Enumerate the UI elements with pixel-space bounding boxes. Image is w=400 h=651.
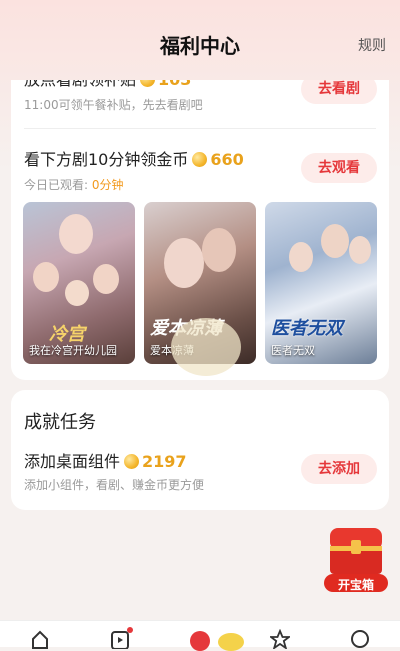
go-view-button[interactable]: 去观看	[301, 153, 377, 183]
coin-icon	[124, 454, 140, 469]
star-icon[interactable]	[270, 629, 290, 649]
drama-poster-1[interactable]: 冷宫 我在冷宫开幼儿园	[23, 202, 135, 364]
header: 福利中心 规则	[0, 0, 400, 80]
page-title: 福利中心	[160, 34, 240, 58]
poster-figure	[202, 228, 236, 272]
divider	[24, 128, 376, 129]
poster-figure	[164, 238, 204, 288]
add-widget-button[interactable]: 去添加	[301, 454, 377, 484]
poster-figure	[349, 236, 371, 264]
watch10-task-title: 看下方剧10分钟领金币 660	[24, 150, 244, 169]
treasure-label: 开宝箱	[337, 578, 374, 592]
watch-tasks-card: 放点看剧领补贴103 11:00可领午餐补贴，先去看剧吧 去看剧 看下方剧10分…	[11, 60, 389, 380]
achievement-section-title: 成就任务	[24, 412, 96, 433]
drama-poster-3[interactable]: 医者无双 医者无双	[265, 202, 377, 364]
mascot-overlay	[171, 318, 241, 376]
poster-figure	[321, 224, 349, 258]
achievement-card: 成就任务 添加桌面组件 2197 添加小组件，看剧、赚金币更方便 去添加	[11, 390, 389, 510]
mascot-icon	[218, 633, 244, 651]
widget-task-title: 添加桌面组件 2197	[24, 452, 187, 471]
poster-logo-art: 医者无双	[271, 318, 343, 339]
coin-icon	[192, 152, 208, 167]
poster-figure	[289, 242, 313, 272]
treasure-chest-button[interactable]: 开宝箱	[320, 522, 392, 594]
bottom-tab-bar	[0, 620, 400, 651]
poster-figure	[93, 264, 119, 294]
drama-title: 医者无双	[271, 344, 315, 357]
home-icon[interactable]	[30, 629, 50, 649]
welfare-icon[interactable]	[190, 631, 210, 651]
watch10-task-desc: 今日已观看: 0分钟	[24, 178, 124, 192]
widget-task-desc: 添加小组件，看剧、赚金币更方便	[24, 478, 205, 492]
poster-figure	[33, 262, 59, 292]
rules-link[interactable]: 规则	[358, 35, 386, 55]
notification-dot	[127, 627, 133, 633]
catchup-task-desc: 11:00可领午餐补贴，先去看剧吧	[24, 98, 203, 112]
poster-figure	[59, 214, 93, 254]
drama-title: 我在冷宫开幼儿园	[29, 344, 117, 357]
profile-icon[interactable]	[350, 629, 370, 649]
poster-figure	[65, 280, 89, 306]
